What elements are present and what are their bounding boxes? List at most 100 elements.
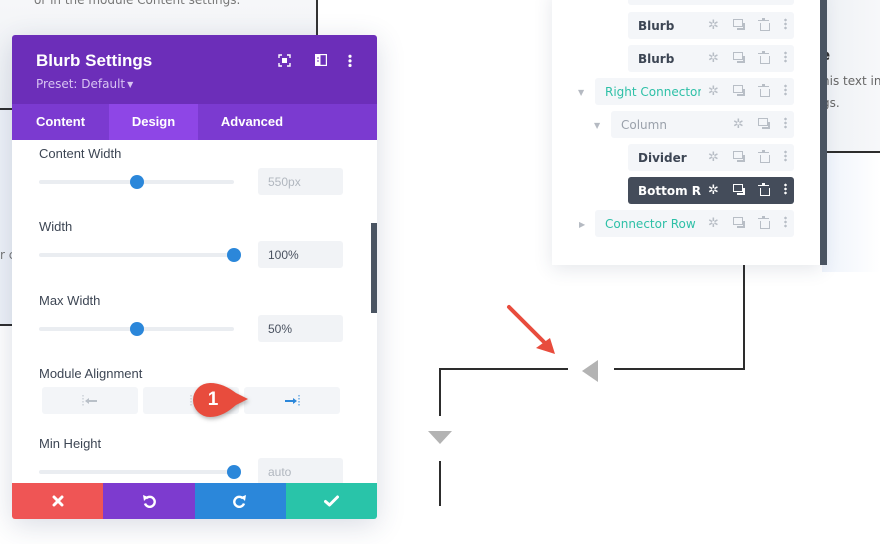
gear-icon[interactable]: ✲ xyxy=(701,216,726,231)
connector-line xyxy=(614,368,745,370)
slider-thumb[interactable] xyxy=(227,465,241,479)
more-icon[interactable] xyxy=(776,17,794,34)
expand-icon[interactable] xyxy=(278,54,291,67)
gear-icon[interactable]: ✲ xyxy=(726,117,751,132)
layer-label: Column xyxy=(621,117,667,132)
annotation-arrow-icon xyxy=(507,305,555,354)
max-width-label: Max Width xyxy=(39,293,101,308)
connector-line xyxy=(826,151,880,153)
duplicate-icon[interactable] xyxy=(726,216,751,231)
align-right-button[interactable] xyxy=(244,387,340,414)
slider-thumb[interactable] xyxy=(129,322,144,336)
width-slider[interactable] xyxy=(39,248,241,262)
save-button[interactable] xyxy=(285,483,377,519)
redo-button[interactable] xyxy=(194,483,286,519)
tab-design[interactable]: Design xyxy=(109,104,198,140)
module-alignment-label: Module Alignment xyxy=(39,366,143,381)
layer-row-right-connector[interactable]: Right Connector... ✲ xyxy=(595,78,794,105)
min-height-slider[interactable] xyxy=(39,465,241,479)
layers-scrollbar[interactable] xyxy=(820,0,827,265)
duplicate-icon[interactable] xyxy=(726,150,751,165)
background-shade xyxy=(822,152,880,272)
more-icon[interactable] xyxy=(776,116,794,133)
content-width-label: Content Width xyxy=(39,146,122,161)
more-icon[interactable] xyxy=(776,83,794,100)
layer-row-column[interactable]: Column ✲ xyxy=(611,111,794,138)
trash-icon[interactable] xyxy=(751,182,776,199)
duplicate-icon[interactable] xyxy=(726,51,751,66)
layer-label: Bottom Ri... xyxy=(638,183,701,198)
layer-row-blurb[interactable]: Blurb ✲ xyxy=(628,12,794,39)
trash-icon[interactable] xyxy=(751,149,776,166)
duplicate-icon[interactable] xyxy=(726,183,751,198)
caret-right-icon[interactable]: ▶ xyxy=(579,220,585,229)
gear-icon[interactable]: ✲ xyxy=(701,150,726,165)
triangle-left-icon xyxy=(582,360,598,382)
duplicate-icon[interactable] xyxy=(726,84,751,99)
layer-label: Divider xyxy=(638,150,687,165)
trash-icon[interactable] xyxy=(751,83,776,100)
max-width-slider[interactable] xyxy=(39,322,234,336)
slider-thumb[interactable] xyxy=(227,248,241,262)
more-icon[interactable] xyxy=(776,182,794,199)
undo-button[interactable] xyxy=(103,483,195,519)
more-icon[interactable] xyxy=(776,215,794,232)
split-view-icon[interactable] xyxy=(315,54,327,66)
slider-thumb[interactable] xyxy=(129,175,144,189)
layer-row-divider[interactable]: Divider ✲ xyxy=(628,144,794,171)
gear-icon[interactable]: ✲ xyxy=(701,84,726,99)
layer-label: Connector Row xyxy=(605,216,696,231)
gear-icon[interactable]: ✲ xyxy=(701,18,726,33)
layer-row[interactable] xyxy=(628,0,794,5)
more-icon[interactable] xyxy=(776,50,794,67)
redo-icon xyxy=(233,495,247,508)
triangle-down-icon xyxy=(428,431,452,444)
align-left-button[interactable] xyxy=(42,387,138,414)
background-blurb-card-right: e his text in gs. xyxy=(826,0,880,152)
undo-icon xyxy=(142,495,156,508)
content-width-input[interactable] xyxy=(258,168,343,195)
gear-icon[interactable]: ✲ xyxy=(701,183,726,198)
background-text: gs. xyxy=(826,96,840,110)
connector-line xyxy=(439,461,441,506)
badge-number: 1 xyxy=(207,389,219,410)
annotation-badge: 1 xyxy=(192,382,250,418)
trash-icon[interactable] xyxy=(751,215,776,232)
layer-row-connector-row[interactable]: Connector Row ✲ xyxy=(595,210,794,237)
more-icon[interactable] xyxy=(776,149,794,166)
preset-label: Preset: Default xyxy=(36,77,126,91)
connector-line xyxy=(743,265,745,370)
min-height-input[interactable] xyxy=(258,458,343,483)
more-options-icon[interactable] xyxy=(348,54,352,67)
connector-line xyxy=(440,368,568,370)
blurb-settings-modal: Blurb Settings Preset: Default ▼ Content … xyxy=(12,35,377,519)
layer-label: Blurb xyxy=(638,51,675,66)
preset-dropdown[interactable]: Preset: Default ▼ xyxy=(36,77,133,91)
background-text: or in the module Content settings. xyxy=(34,0,241,7)
content-width-slider[interactable] xyxy=(39,175,234,189)
duplicate-icon[interactable] xyxy=(751,117,776,132)
discard-button[interactable] xyxy=(12,483,104,519)
caret-down-icon[interactable]: ▼ xyxy=(578,88,584,97)
min-height-label: Min Height xyxy=(39,436,102,451)
modal-footer xyxy=(12,483,377,519)
layer-label: Blurb xyxy=(638,18,675,33)
align-left-icon xyxy=(82,394,97,407)
modal-title: Blurb Settings xyxy=(36,51,153,70)
layer-row-blurb[interactable]: Blurb ✲ xyxy=(628,45,794,72)
trash-icon[interactable] xyxy=(751,17,776,34)
modal-header[interactable]: Blurb Settings Preset: Default ▼ xyxy=(12,35,377,104)
trash-icon[interactable] xyxy=(751,50,776,67)
caret-down-icon[interactable]: ▼ xyxy=(594,121,600,130)
width-input[interactable] xyxy=(258,241,343,268)
tab-content[interactable]: Content xyxy=(12,104,109,140)
connector-line xyxy=(439,368,441,416)
gear-icon[interactable]: ✲ xyxy=(701,51,726,66)
modal-scrollbar[interactable] xyxy=(371,223,377,313)
layer-label: Right Connector... xyxy=(605,84,701,99)
max-width-input[interactable] xyxy=(258,315,343,342)
layer-row-bottom-right-active[interactable]: Bottom Ri... ✲ xyxy=(628,177,794,204)
tab-advanced[interactable]: Advanced xyxy=(198,104,306,140)
close-icon xyxy=(52,495,64,507)
duplicate-icon[interactable] xyxy=(726,18,751,33)
